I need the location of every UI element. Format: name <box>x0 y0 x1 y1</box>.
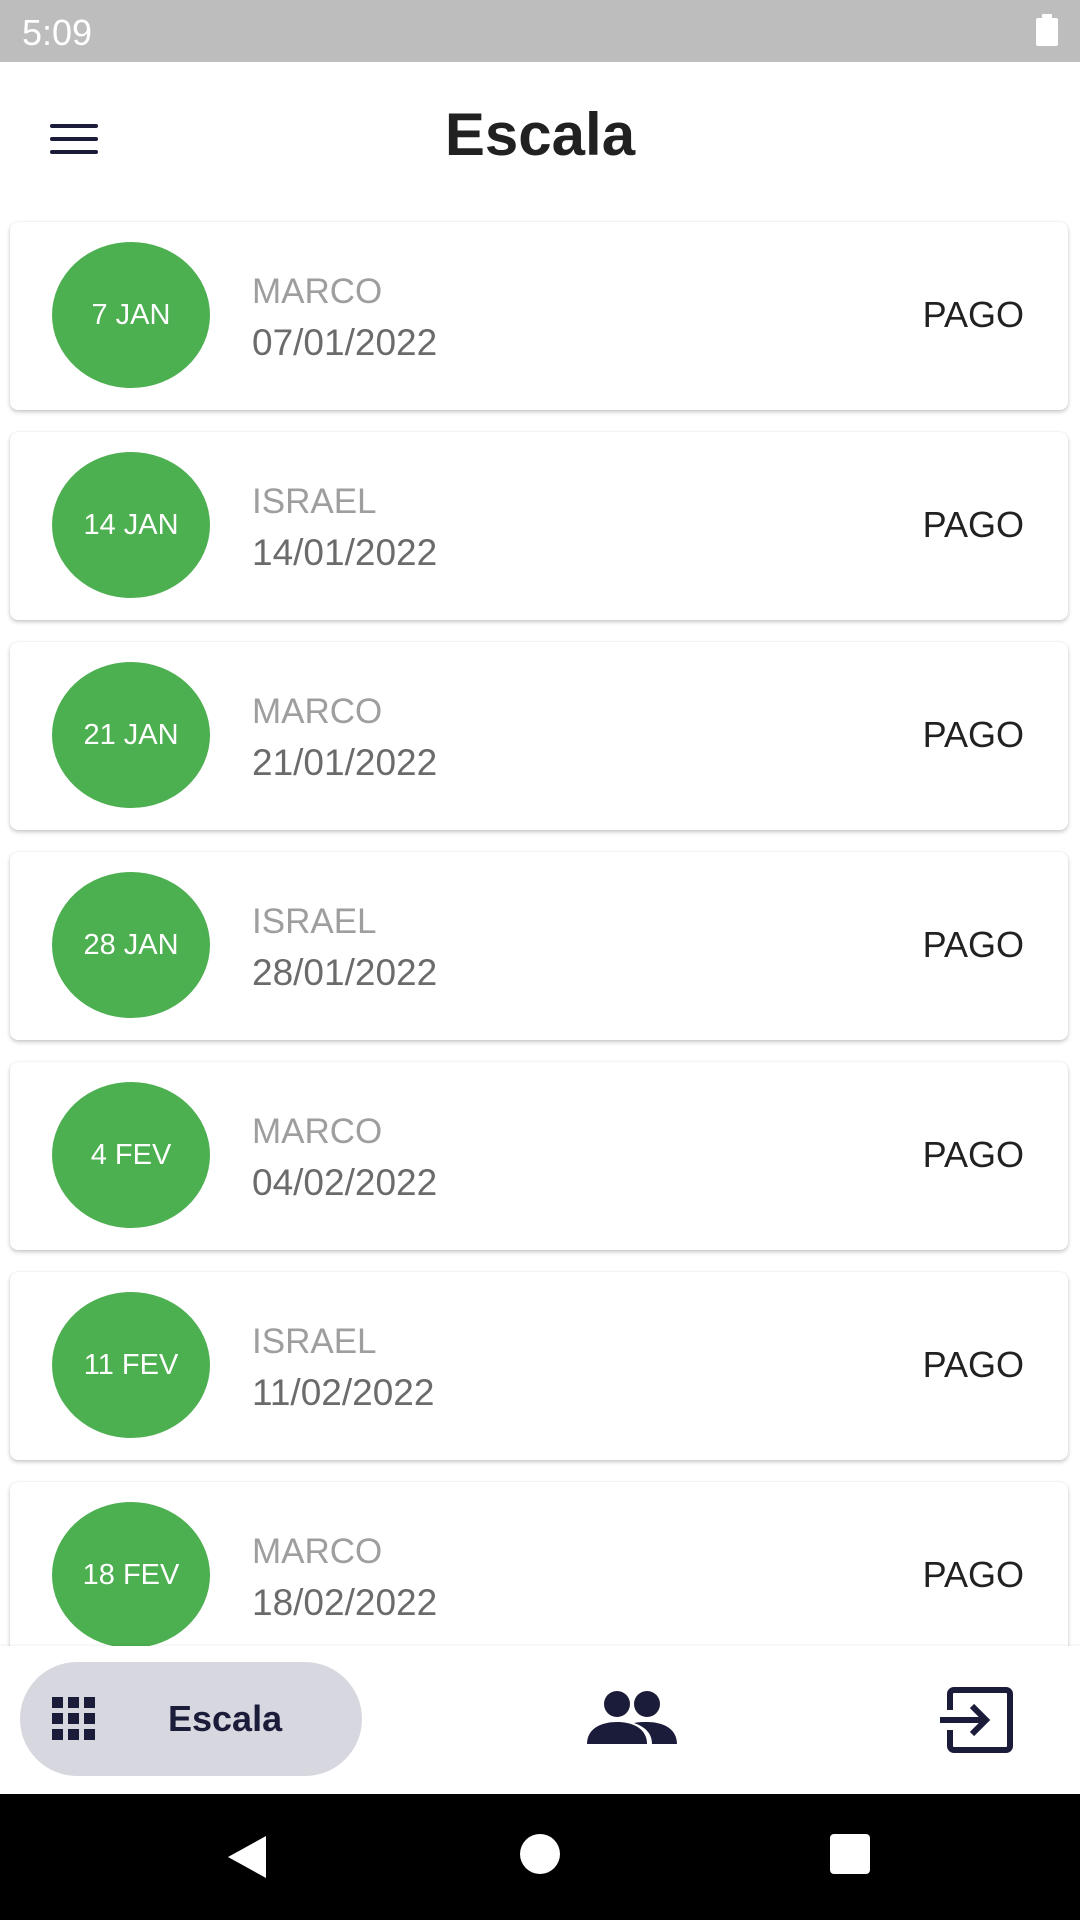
schedule-list[interactable]: 7 JAN MARCO 07/01/2022 PAGO 14 JAN ISRAE… <box>0 220 1080 1646</box>
item-date: 18/02/2022 <box>252 1582 438 1623</box>
status-time: 5:09 <box>22 12 93 53</box>
payment-status: PAGO <box>922 294 1024 335</box>
nav-tab-escala[interactable]: Escala <box>20 1662 362 1776</box>
app-bar: Escala <box>0 62 1080 210</box>
list-item[interactable]: 21 JAN MARCO 21/01/2022 PAGO <box>10 642 1068 830</box>
date-badge: 21 JAN <box>52 662 210 808</box>
home-icon[interactable] <box>520 1834 560 1874</box>
battery-full-icon <box>1036 14 1058 46</box>
list-item[interactable]: 28 JAN ISRAEL 28/01/2022 PAGO <box>10 852 1068 1040</box>
item-date: 14/01/2022 <box>252 532 438 573</box>
item-date: 11/02/2022 <box>252 1372 435 1413</box>
system-navigation-bar <box>0 1794 1080 1920</box>
person-name: MARCO <box>252 1112 383 1151</box>
payment-status: PAGO <box>922 1344 1024 1385</box>
payment-status: PAGO <box>922 1554 1024 1595</box>
date-badge: 4 FEV <box>52 1082 210 1228</box>
list-item[interactable]: 14 JAN ISRAEL 14/01/2022 PAGO <box>10 432 1068 620</box>
item-date: 28/01/2022 <box>252 952 438 993</box>
person-name: MARCO <box>252 272 383 311</box>
exit-icon[interactable] <box>936 1678 1024 1762</box>
person-name: ISRAEL <box>252 482 377 521</box>
payment-status: PAGO <box>922 924 1024 965</box>
item-date: 04/02/2022 <box>252 1162 438 1203</box>
recents-icon[interactable] <box>830 1834 870 1874</box>
nav-tab-label: Escala <box>168 1698 283 1739</box>
item-date: 21/01/2022 <box>252 742 438 783</box>
page-title: Escala <box>444 101 636 168</box>
list-item[interactable]: 4 FEV MARCO 04/02/2022 PAGO <box>10 1062 1068 1250</box>
person-name: MARCO <box>252 1532 383 1571</box>
payment-status: PAGO <box>922 1134 1024 1175</box>
payment-status: PAGO <box>922 504 1024 545</box>
person-name: MARCO <box>252 692 383 731</box>
date-badge: 18 FEV <box>52 1502 210 1646</box>
payment-status: PAGO <box>922 714 1024 755</box>
date-badge: 7 JAN <box>52 242 210 388</box>
item-date: 07/01/2022 <box>252 322 438 363</box>
apps-grid-icon <box>52 1697 96 1741</box>
back-icon[interactable] <box>222 1832 272 1882</box>
person-name: ISRAEL <box>252 1322 377 1361</box>
person-name: ISRAEL <box>252 902 377 941</box>
list-item[interactable]: 11 FEV ISRAEL 11/02/2022 PAGO <box>10 1272 1068 1460</box>
list-item[interactable]: 18 FEV MARCO 18/02/2022 PAGO <box>10 1482 1068 1646</box>
date-badge: 28 JAN <box>52 872 210 1018</box>
people-icon[interactable] <box>584 1682 680 1758</box>
bottom-navigation: Escala <box>0 1646 1080 1794</box>
status-bar: 5:09 <box>0 0 1080 62</box>
list-item[interactable]: 7 JAN MARCO 07/01/2022 PAGO <box>10 222 1068 410</box>
date-badge: 11 FEV <box>52 1292 210 1438</box>
date-badge: 14 JAN <box>52 452 210 598</box>
